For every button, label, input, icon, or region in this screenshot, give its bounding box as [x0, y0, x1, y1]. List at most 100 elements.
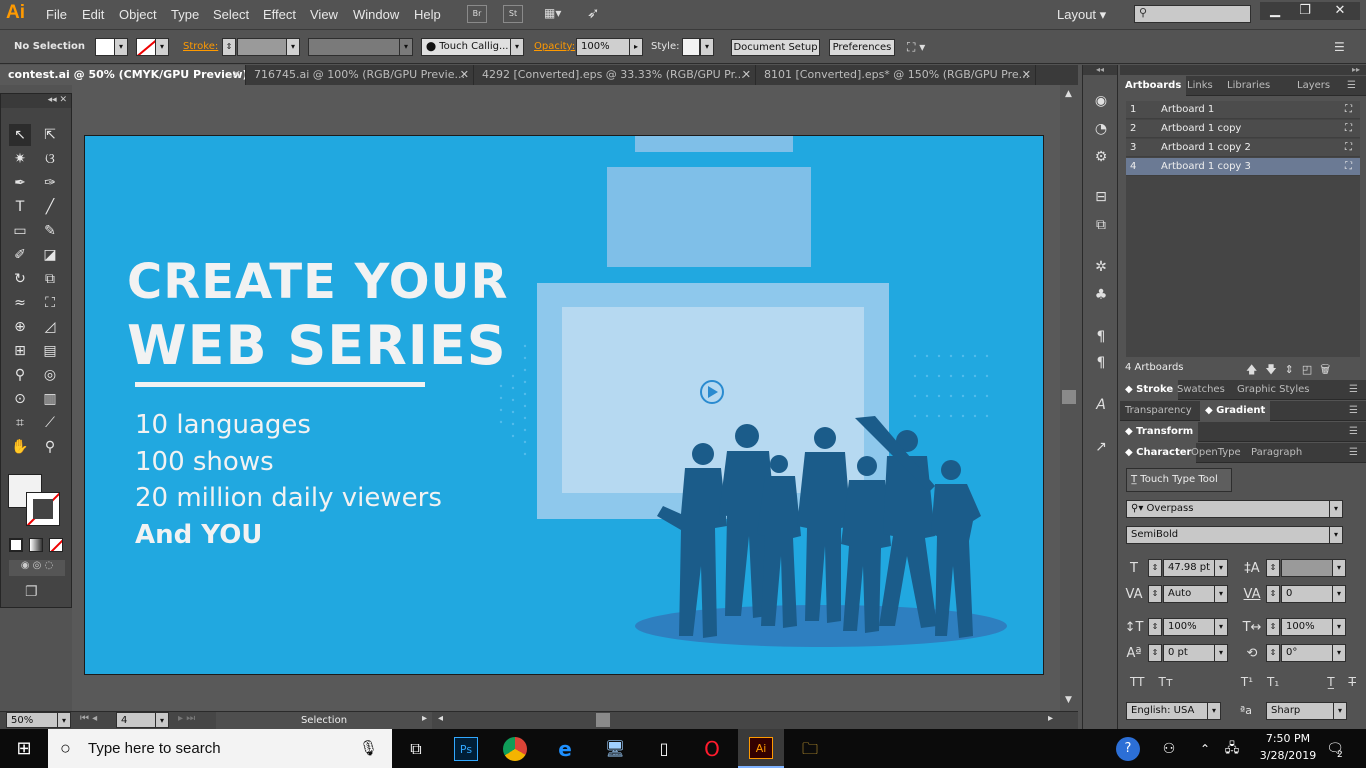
- brushes-panel-icon[interactable]: ✲: [1091, 257, 1111, 277]
- panels-collapse-icon[interactable]: ▸▸: [1120, 65, 1366, 75]
- artboard-tool-icon[interactable]: ⌗: [9, 412, 31, 434]
- document-setup-button[interactable]: Document Setup: [731, 39, 820, 56]
- kerning-field[interactable]: Auto: [1163, 585, 1215, 603]
- graphic-style-swatch[interactable]: [682, 38, 700, 56]
- tab-transparency[interactable]: Transparency: [1120, 401, 1197, 421]
- tracking-field[interactable]: 0: [1281, 585, 1333, 603]
- slice-tool-icon[interactable]: ⟋: [39, 412, 61, 434]
- help-icon[interactable]: ?: [1116, 737, 1140, 761]
- headline-line-2[interactable]: WEB SERIES: [127, 314, 507, 377]
- close-tab-icon[interactable]: ✕: [1022, 65, 1031, 84]
- artboard-row-2[interactable]: 2 Artboard 1 copy ⛶: [1126, 120, 1360, 138]
- direct-selection-tool-icon[interactable]: ⇱: [39, 124, 61, 146]
- rearrange-icon[interactable]: ⇕: [1285, 363, 1302, 376]
- underline-icon[interactable]: T̲: [1327, 675, 1334, 689]
- mesh-tool-icon[interactable]: ⊞: [9, 340, 31, 362]
- headline-underline[interactable]: [135, 382, 425, 387]
- magic-wand-tool-icon[interactable]: ✷: [9, 148, 31, 170]
- rotate-tool-icon[interactable]: ↻: [9, 268, 31, 290]
- scroll-right-icon[interactable]: ▸: [1048, 713, 1053, 724]
- zoom-level-field[interactable]: 50%: [6, 712, 58, 728]
- tracking-dropdown-icon[interactable]: ▾: [1332, 585, 1346, 603]
- feature-line-2[interactable]: 100 shows: [135, 447, 274, 477]
- shaper-tool-icon[interactable]: ✐: [9, 244, 31, 266]
- artboard-number-field[interactable]: 4: [116, 712, 156, 728]
- taskbar-search-box[interactable]: ○ Type here to search 🎙: [48, 729, 392, 768]
- illustrator-taskbar-button[interactable]: Ai: [738, 729, 784, 768]
- variable-width-profile[interactable]: [308, 38, 400, 56]
- people-icon[interactable]: ⚇: [1157, 737, 1181, 761]
- preferences-button[interactable]: Preferences: [829, 39, 895, 56]
- eraser-tool-icon[interactable]: ◪: [39, 244, 61, 266]
- superscript-icon[interactable]: T¹: [1241, 675, 1253, 689]
- anti-aliasing-field[interactable]: Sharp: [1266, 702, 1334, 720]
- notepad-icon[interactable]: ▯: [652, 737, 676, 761]
- tab-8101[interactable]: 8101 [Converted].eps* @ 150% (RGB/GPU Pr…: [756, 65, 1036, 85]
- subscript-icon[interactable]: T₁: [1267, 675, 1279, 689]
- tab-716745[interactable]: 716745.ai @ 100% (RGB/GPU Previe... ✕: [246, 65, 474, 85]
- opacity-label[interactable]: Opacity:: [534, 41, 575, 52]
- photoshop-icon[interactable]: Ps: [454, 737, 478, 761]
- feature-line-1[interactable]: 10 languages: [135, 410, 311, 440]
- paintbrush-tool-icon[interactable]: ✎: [39, 220, 61, 242]
- tab-swatches[interactable]: Swatches: [1172, 380, 1230, 400]
- tab-graphic-styles[interactable]: Graphic Styles: [1232, 380, 1314, 400]
- clock[interactable]: 7:50 PM 3/28/2019: [1256, 732, 1320, 762]
- tab-opentype[interactable]: OpenType: [1186, 443, 1246, 463]
- menu-effect[interactable]: Effect: [263, 7, 296, 22]
- pathfinder-panel-icon[interactable]: ⧉: [1091, 215, 1111, 235]
- color-guide-icon[interactable]: ◔: [1091, 119, 1111, 139]
- tracking-stepper[interactable]: ⇕: [1266, 585, 1280, 603]
- show-hidden-icons[interactable]: ⌃: [1193, 737, 1217, 761]
- scroll-up-icon[interactable]: ▲: [1065, 89, 1072, 99]
- fill-swatch[interactable]: [95, 38, 115, 56]
- screen-mode-icon[interactable]: ❐: [25, 584, 38, 600]
- menu-help[interactable]: Help: [414, 7, 441, 22]
- minimize-button[interactable]: ▁: [1260, 2, 1290, 20]
- baseline-shift-field[interactable]: 0 pt: [1163, 644, 1215, 662]
- stroke-weight-stepper[interactable]: ⇕: [222, 38, 236, 56]
- small-caps-icon[interactable]: Tт: [1158, 675, 1172, 689]
- gradient-mode-icon[interactable]: [29, 538, 43, 552]
- brush-definition[interactable]: ⬤ Touch Callig...: [421, 38, 511, 56]
- free-transform-tool-icon[interactable]: ⛶: [39, 292, 61, 314]
- action-center-icon[interactable]: 🗨 2: [1323, 737, 1347, 761]
- vertical-scrollbar[interactable]: ▲ ▼: [1061, 85, 1077, 711]
- bridge-button[interactable]: Br: [467, 5, 487, 23]
- strip-collapse-icon[interactable]: ◂◂: [1083, 65, 1117, 75]
- close-tab-icon[interactable]: ✕: [742, 65, 751, 84]
- font-family-dropdown-icon[interactable]: ▾: [1329, 500, 1343, 518]
- menu-edit[interactable]: Edit: [82, 7, 104, 22]
- horizontal-scale-field[interactable]: 100%: [1281, 618, 1333, 636]
- font-style-field[interactable]: SemiBold: [1126, 526, 1330, 544]
- feature-line-4[interactable]: And YOU: [135, 520, 262, 550]
- vertical-scroll-thumb[interactable]: [1062, 390, 1076, 404]
- kerning-stepper[interactable]: ⇕: [1148, 585, 1162, 603]
- stroke-dropdown-icon[interactable]: ▾: [155, 38, 169, 56]
- move-down-icon[interactable]: 🡇: [1265, 363, 1284, 376]
- horizontal-scroll-thumb[interactable]: [596, 713, 610, 727]
- character-styles-icon[interactable]: ¶: [1091, 327, 1111, 347]
- all-caps-icon[interactable]: TT: [1130, 675, 1144, 689]
- tab-paragraph[interactable]: Paragraph: [1246, 443, 1307, 463]
- symbols-panel-icon[interactable]: ⚙: [1091, 147, 1111, 167]
- first-artboard-icon[interactable]: ⏮ ◂: [80, 713, 97, 724]
- search-stock-input[interactable]: ⚲: [1134, 5, 1251, 23]
- new-artboard-icon[interactable]: ◰: [1302, 363, 1320, 376]
- next-artboard-icon[interactable]: ▸ ⏭: [178, 713, 195, 724]
- menu-object[interactable]: Object: [119, 7, 157, 22]
- file-explorer-icon[interactable]: 🗀: [798, 737, 822, 761]
- chrome-icon[interactable]: [503, 737, 527, 761]
- character-rotation-dropdown-icon[interactable]: ▾: [1332, 644, 1346, 662]
- line-tool-icon[interactable]: ╱: [39, 196, 61, 218]
- perspective-grid-tool-icon[interactable]: ◿: [39, 316, 61, 338]
- scale-tool-icon[interactable]: ⧉: [39, 268, 61, 290]
- move-up-icon[interactable]: 🡅: [1246, 363, 1265, 376]
- status-tool-label[interactable]: Selection: [216, 712, 432, 729]
- menu-file[interactable]: File: [46, 7, 67, 22]
- tab-gradient[interactable]: ◆ Gradient: [1200, 401, 1271, 421]
- strikethrough-icon[interactable]: T̶: [1349, 675, 1356, 689]
- language-field[interactable]: English: USA: [1126, 702, 1208, 720]
- fill-dropdown-icon[interactable]: ▾: [114, 38, 128, 56]
- scroll-down-icon[interactable]: ▼: [1065, 695, 1072, 705]
